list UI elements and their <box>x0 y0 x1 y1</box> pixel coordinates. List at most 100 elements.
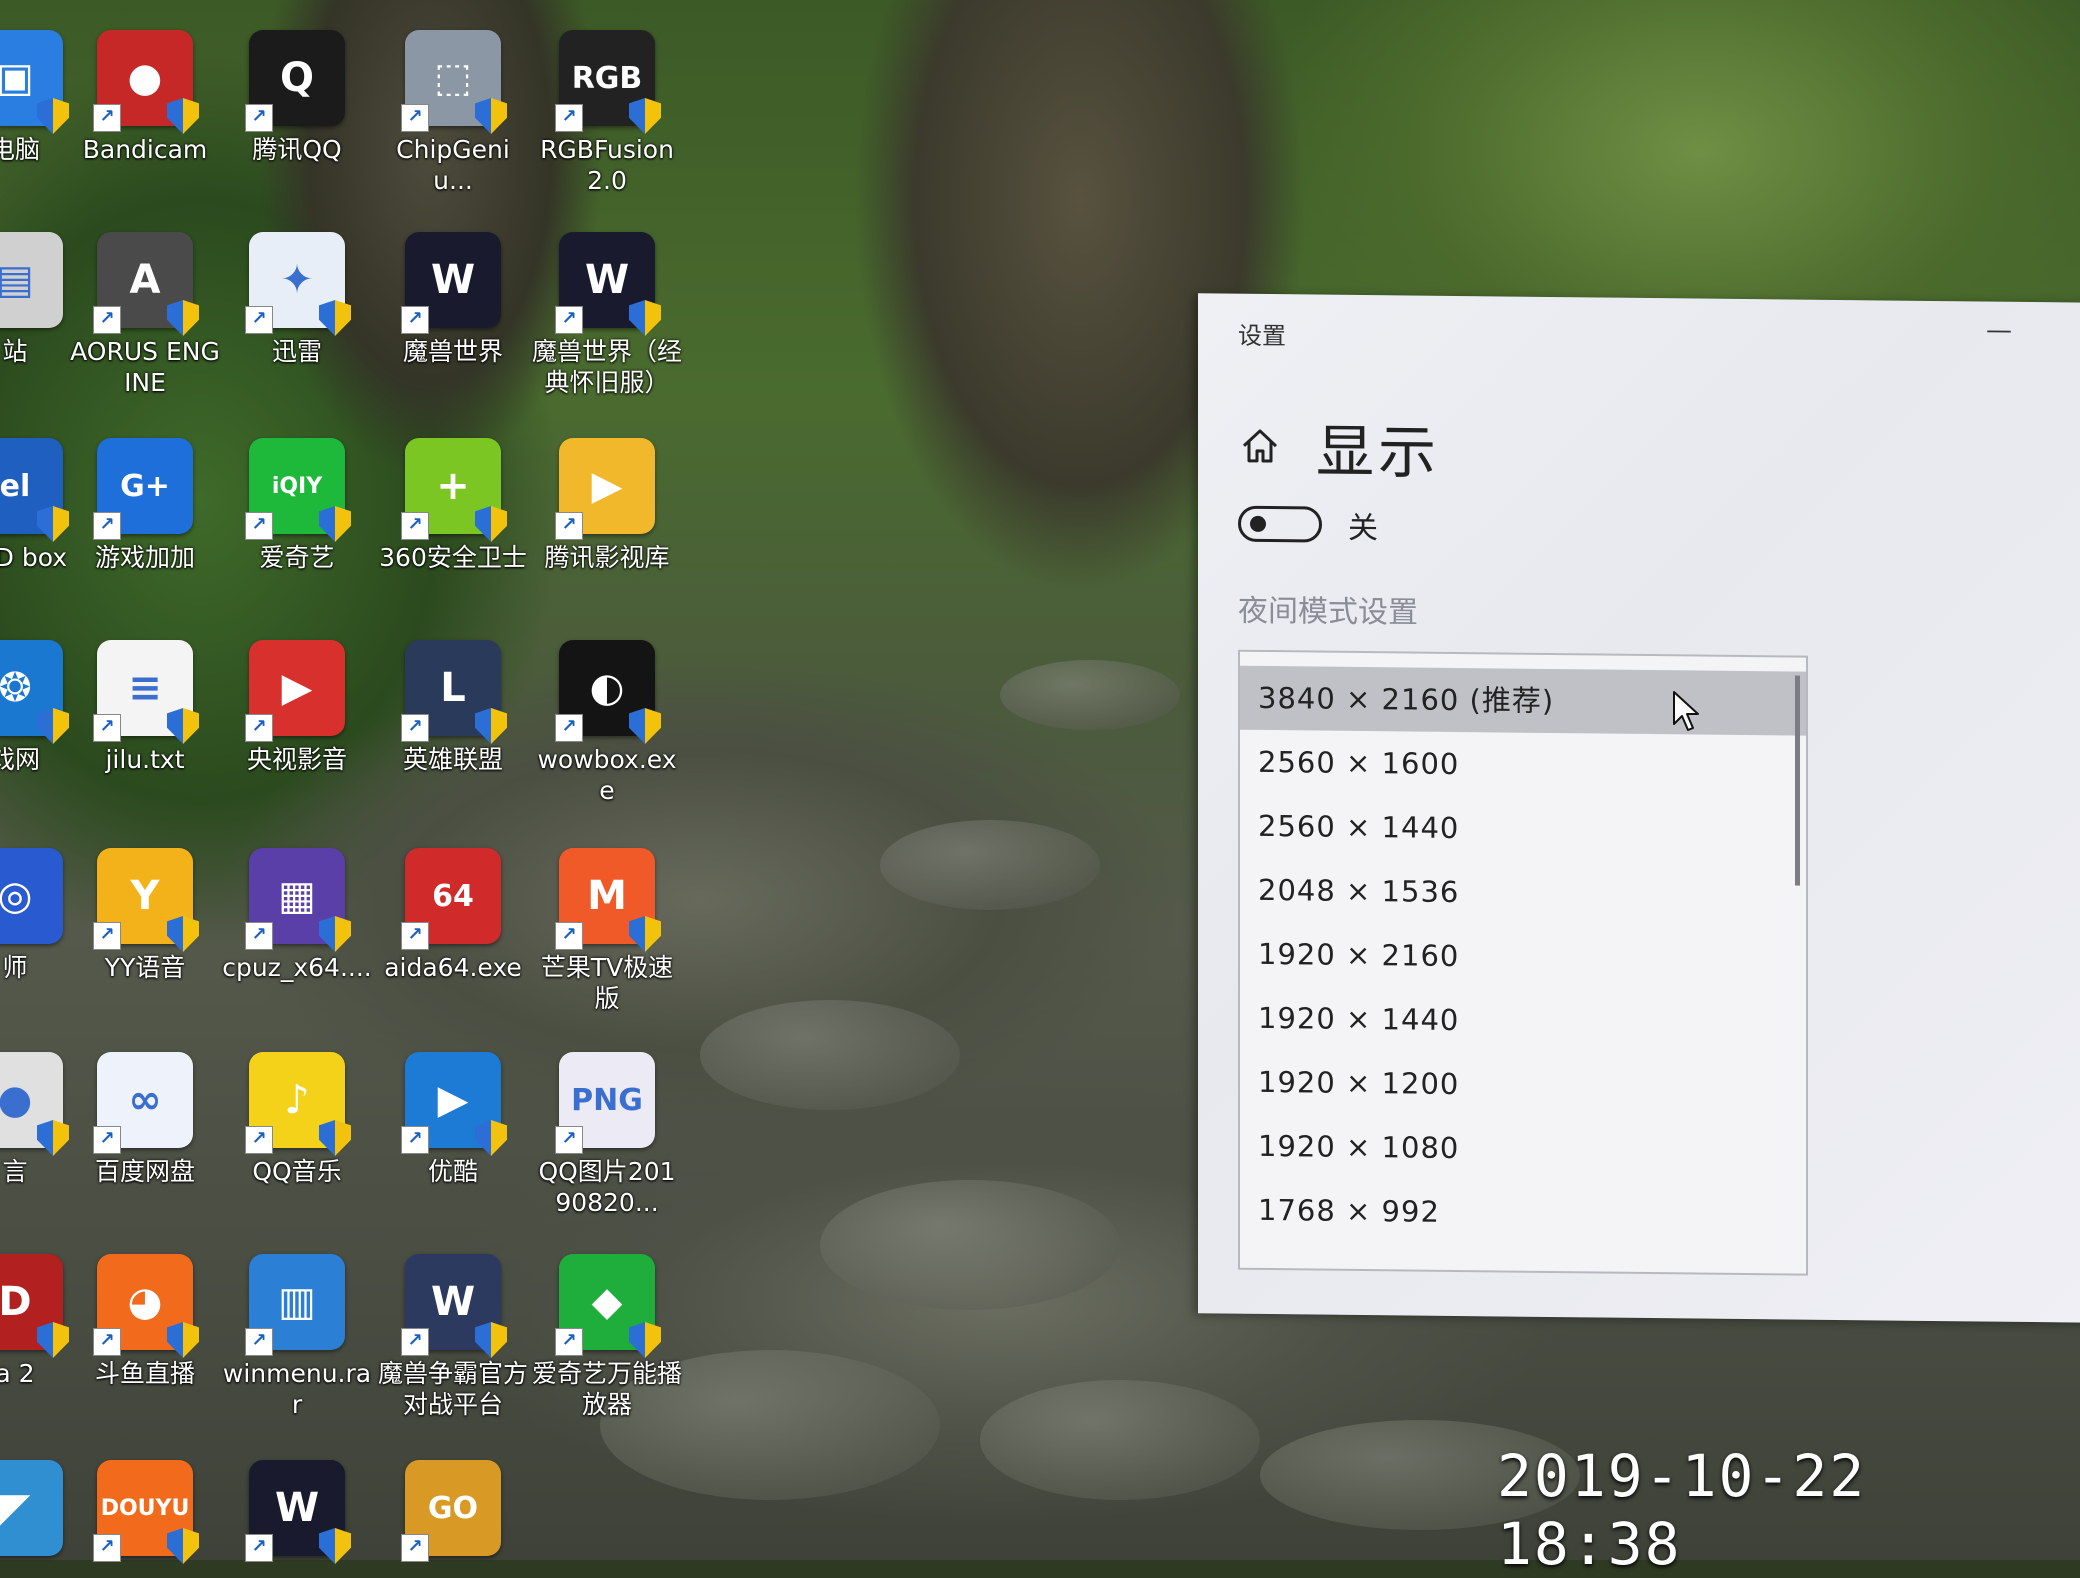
desktop-icon-label: ChipGeniu... <box>396 135 510 195</box>
app-icon-glyph: + <box>436 463 470 509</box>
desktop-icon[interactable]: DOUYU ↗ <box>70 1460 220 1564</box>
uac-shield-icon <box>629 916 661 952</box>
desktop-icon-label: wowbox.exe <box>537 745 677 805</box>
desktop-icon[interactable]: A ↗ AORUS ENGINE <box>70 232 220 398</box>
desktop-icon[interactable]: ≡ ↗ jilu.txt <box>70 640 220 775</box>
app-icon-glyph: 64 <box>432 878 474 914</box>
desktop-icon[interactable]: ♪ ↗ QQ音乐 <box>222 1052 372 1187</box>
desktop-icon[interactable]: M ↗ 芒果TV极速版 <box>532 848 682 1014</box>
uac-shield-icon <box>475 708 507 744</box>
desktop-icon-label: 斗鱼直播 <box>94 1359 195 1388</box>
desktop-icon[interactable]: W ↗ <box>222 1460 372 1564</box>
resolution-dropdown-list: 3840 × 2160 (推荐) 2560 × 1600 2560 × 1440 20… <box>1238 649 1808 1276</box>
app-icon-glyph: ▶ <box>281 665 313 711</box>
desktop-icon[interactable]: ⬚ ↗ ChipGeniu... <box>378 30 528 196</box>
desktop-icon[interactable]: Q ↗ 腾讯QQ <box>222 30 372 165</box>
desktop-icon[interactable]: ▶ ↗ 优酷 <box>378 1052 528 1187</box>
desktop-icon[interactable]: G+ ↗ 游戏加加 <box>70 438 220 573</box>
night-light-toggle[interactable] <box>1238 505 1322 543</box>
shortcut-arrow-icon: ↗ <box>401 922 429 950</box>
desktop-icon[interactable]: ◐ ↗ wowbox.exe <box>532 640 682 806</box>
desktop-icon[interactable]: ∞ ↗ 百度网盘 <box>70 1052 220 1187</box>
resolution-option[interactable]: 2048 × 1536 <box>1240 858 1806 928</box>
desktop-icon[interactable]: ✦ ↗ 迅雷 <box>222 232 372 367</box>
resolution-option[interactable]: 1920 × 1200 <box>1240 1050 1806 1120</box>
desktop-icon[interactable]: ▶ ↗ 央视影音 <box>222 640 372 775</box>
resolution-option[interactable]: 1768 × 992 <box>1240 1178 1806 1248</box>
app-icon-glyph: D <box>0 1279 32 1325</box>
resolution-option[interactable]: 1920 × 1080 <box>1240 1114 1806 1184</box>
desktop-icon-label: cpuz_x64.... <box>222 953 372 982</box>
wallpaper-stone <box>1000 660 1180 730</box>
shortcut-arrow-icon: ↗ <box>245 922 273 950</box>
home-icon[interactable] <box>1238 424 1282 468</box>
desktop-icon[interactable]: ● ↗ Bandicam <box>70 30 220 165</box>
desktop-icon[interactable]: ◆ ↗ 爱奇艺万能播放器 <box>532 1254 682 1420</box>
list-scrollbar[interactable] <box>1795 675 1800 886</box>
desktop-icon[interactable]: ▦ ↗ cpuz_x64.... <box>222 848 372 983</box>
shortcut-arrow-icon: ↗ <box>93 104 121 132</box>
desktop-icon[interactable]: ▥ ↗ winmenu.rar <box>222 1254 372 1420</box>
desktop-icon[interactable]: ▶ ↗ 腾讯影视库 <box>532 438 682 573</box>
window-title: 设置 <box>1238 321 1286 351</box>
shortcut-arrow-icon: ↗ <box>555 1328 583 1356</box>
desktop-icon[interactable]: iQIY ↗ 爱奇艺 <box>222 438 372 573</box>
desktop-icon[interactable]: + ↗ 360安全卫士 <box>378 438 528 573</box>
app-icon-glyph: W <box>430 257 476 303</box>
app-icon-glyph: RGB <box>571 60 643 96</box>
night-light-settings-link[interactable]: 夜间模式设置 <box>1238 586 1418 632</box>
desktop-icon[interactable]: RGB ↗ RGBFusion 2.0 <box>532 30 682 196</box>
wallpaper-stone <box>820 1180 1120 1310</box>
desktop-icon-label: 芒果TV极速版 <box>540 953 674 1013</box>
shortcut-arrow-icon: ↗ <box>555 714 583 742</box>
shortcut-arrow-icon: ↗ <box>555 512 583 540</box>
uac-shield-icon <box>37 1120 69 1156</box>
app-icon: ▣↗ <box>0 30 69 134</box>
desktop-icon[interactable]: PNG ↗ QQ图片20190820... <box>532 1052 682 1218</box>
desktop-icon[interactable]: W ↗ 魔兽争霸官方对战平台 <box>378 1254 528 1420</box>
shortcut-arrow-icon: ↗ <box>245 104 273 132</box>
app-icon-glyph: ◆ <box>591 1279 623 1325</box>
shortcut-arrow-icon: ↗ <box>93 306 121 334</box>
app-icon: ✦ ↗ <box>245 232 351 336</box>
resolution-option[interactable]: 3840 × 2160 (推荐) <box>1240 665 1806 736</box>
app-icon-glyph: ▦ <box>278 873 316 919</box>
desktop-icon[interactable]: Y ↗ YY语音 <box>70 848 220 983</box>
resolution-option[interactable]: 2560 × 1440 <box>1240 794 1806 864</box>
app-icon: ❂↗ <box>0 640 69 744</box>
app-icon-glyph: ● <box>127 55 163 101</box>
app-icon-glyph: ≡ <box>128 665 162 711</box>
desktop-icon[interactable]: 64 ↗ aida64.exe <box>378 848 528 983</box>
app-icon-glyph: ◕ <box>127 1279 163 1325</box>
app-icon-glyph: ♪ <box>284 1077 310 1123</box>
desktop-icon-label: 360安全卫士 <box>379 543 527 572</box>
desktop-icon-label: 游戏加加 <box>94 543 195 572</box>
desktop-icon[interactable]: GO ↗ <box>378 1460 528 1564</box>
minimize-button[interactable]: — <box>1986 316 2012 346</box>
desktop-icon-label: YY语音 <box>104 953 186 982</box>
uac-shield-icon <box>319 916 351 952</box>
desktop-icon-label: winmenu.rar <box>222 1359 372 1419</box>
wallpaper-stone <box>980 1380 1260 1500</box>
shortcut-arrow-icon: ↗ <box>93 714 121 742</box>
shortcut-arrow-icon: ↗ <box>93 1126 121 1154</box>
uac-shield-icon <box>319 1528 351 1564</box>
resolution-option[interactable]: 2560 × 1600 <box>1240 730 1806 800</box>
shortcut-arrow-icon: ↗ <box>555 922 583 950</box>
resolution-option[interactable]: 1920 × 2160 <box>1240 922 1806 992</box>
desktop-icon[interactable]: W ↗ 魔兽世界 <box>378 232 528 367</box>
desktop-icon-label: Bandicam <box>82 135 208 164</box>
app-icon-glyph: ◎ <box>0 873 33 919</box>
shortcut-arrow-icon: ↗ <box>401 1534 429 1562</box>
desktop-icon-label: jilu.txt <box>105 745 185 774</box>
app-icon: ●↗ <box>93 30 199 134</box>
desktop-icon-label: 魔兽世界 <box>402 337 503 366</box>
uac-shield-icon <box>37 98 69 134</box>
app-icon: ▤↗ <box>0 232 63 328</box>
desktop-icon-label: 央视影音 <box>246 745 347 774</box>
desktop-icon[interactable]: ◕ ↗ 斗鱼直播 <box>70 1254 220 1389</box>
desktop-icon[interactable]: W ↗ 魔兽世界（经典怀旧服） <box>532 232 682 398</box>
resolution-option[interactable]: 1920 × 1440 <box>1240 986 1806 1056</box>
desktop-icon[interactable]: L ↗ 英雄联盟 <box>378 640 528 775</box>
app-icon: G+ ↗ <box>93 438 193 540</box>
